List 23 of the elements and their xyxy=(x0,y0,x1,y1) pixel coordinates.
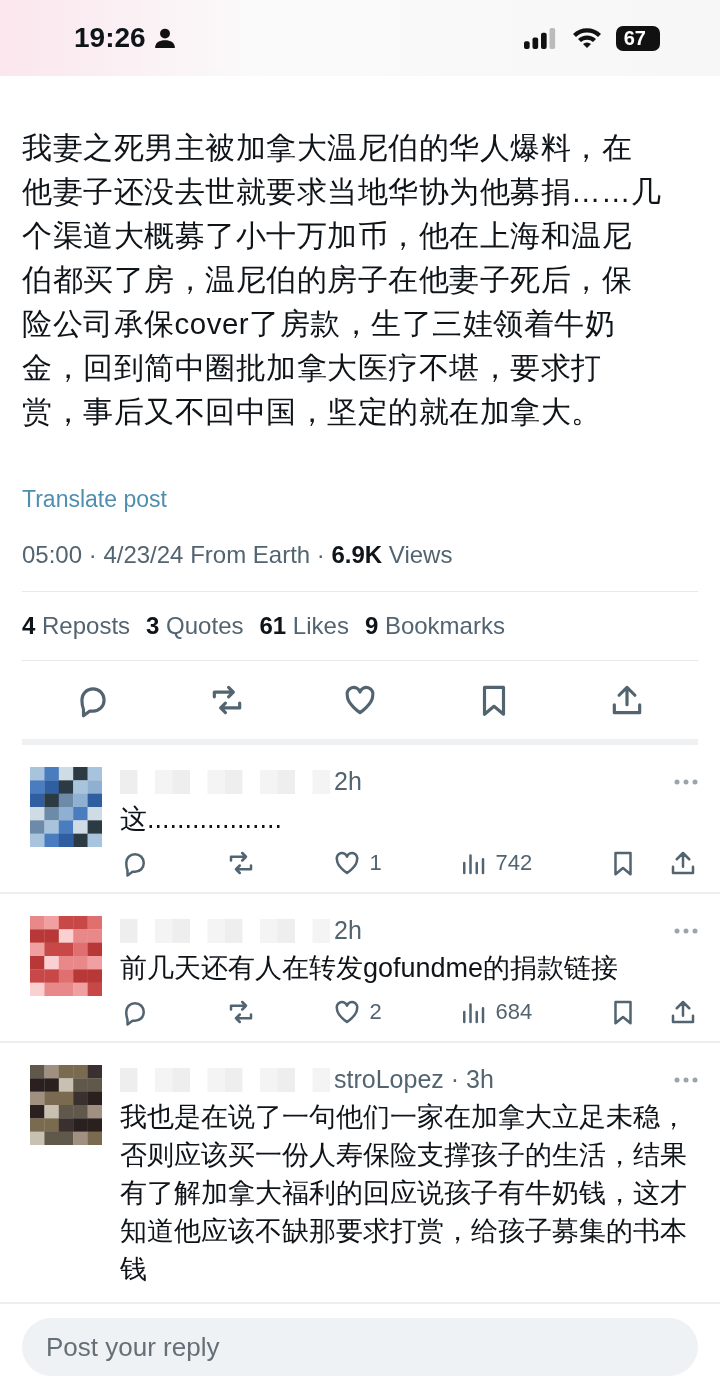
battery-indicator: 67 xyxy=(615,25,660,51)
reply-text: 前几天还有人在转发gofundme的捐款链接 xyxy=(120,952,620,985)
stat-link[interactable]: 61 Likes xyxy=(259,612,349,640)
reply-handle: 2h xyxy=(334,767,363,796)
like-count: 2 xyxy=(369,999,382,1025)
reply-handle: stroLopez · 3h xyxy=(334,1065,495,1094)
stat-link[interactable]: 3 Quotes xyxy=(146,612,244,640)
reply-text: 这.................. xyxy=(120,803,284,836)
clock-time: 19:26 xyxy=(74,22,146,54)
signal-icon xyxy=(523,27,558,49)
post-meta: 05:00 · 4/23/24 From Earth · 6.9K Views xyxy=(22,541,698,592)
post-text: 我妻之死男主被加拿大温尼伯的华人爆料，在他妻子还没去世就要求当地华协为他募捐……几个渠道大概募了小十万加币，他在上海和温尼伯都买了房，温尼伯的房子在他妻子死后，保险公司承保cover了房款，生了三娃领着牛奶金，回到简中圈批加拿大医疗不堪，要求打赏，事后又不回中国，坚定的就在加拿大。 xyxy=(22,130,663,430)
translate-link[interactable]: Translate post xyxy=(22,486,698,513)
reply-input[interactable]: Post your reply xyxy=(22,1318,698,1376)
like-count: 1 xyxy=(369,850,382,876)
stat-link[interactable]: 4 Reposts xyxy=(22,612,131,640)
stat-link[interactable]: 9 Bookmarks xyxy=(364,612,505,640)
person-icon xyxy=(153,27,176,49)
reply-text: 我也是在说了一句他们一家在加拿大立足未稳，否则应该买一份人寿保险支撑孩子的生活，结果有了解加拿大福利的回应说孩子有牛奶钱，这才知道他应该不缺那要求打赏，给孩子募集的书本钱 xyxy=(120,1101,688,1286)
view-count: 742 xyxy=(495,850,533,876)
reply-handle: 2h xyxy=(334,916,363,945)
view-count: 684 xyxy=(495,999,533,1025)
wifi-icon xyxy=(571,27,602,49)
